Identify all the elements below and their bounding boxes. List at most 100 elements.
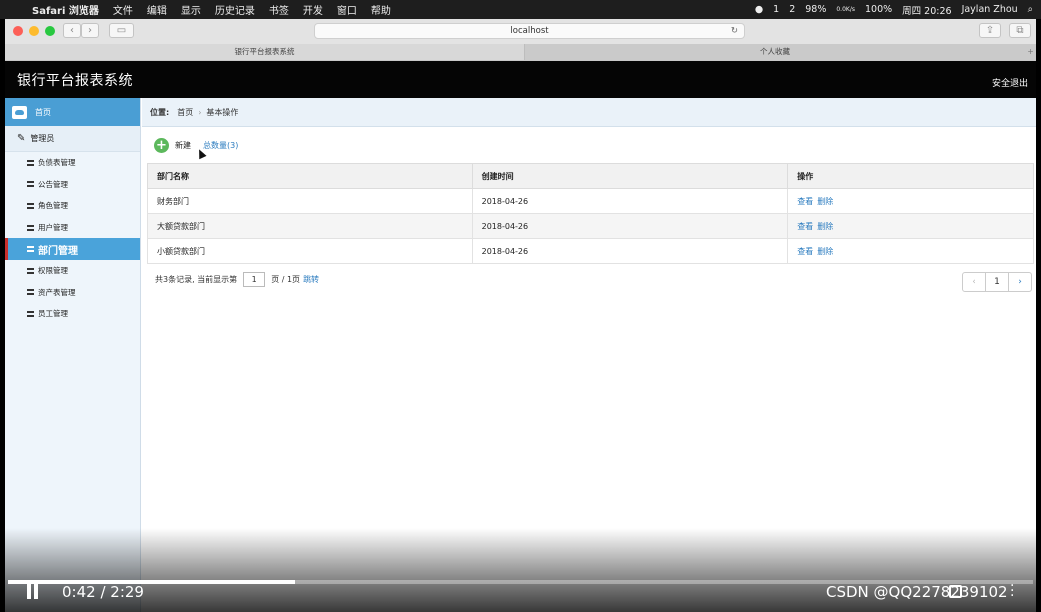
reload-icon[interactable]: ↻ bbox=[731, 24, 738, 38]
table-row: 财务部门 2018-04-26 查看 删除 bbox=[147, 188, 1034, 214]
cell-created-date: 2018-04-26 bbox=[471, 213, 789, 239]
close-window-icon[interactable] bbox=[13, 26, 23, 36]
menu-view[interactable]: 显示 bbox=[181, 2, 201, 17]
cell-department-name: 财务部门 bbox=[147, 188, 473, 214]
fullscreen-icon[interactable] bbox=[949, 585, 962, 598]
menu-file[interactable]: 文件 bbox=[113, 2, 133, 17]
net-up: 0.0K/s bbox=[836, 6, 855, 13]
breadcrumb-current: 基本操作 bbox=[206, 107, 239, 117]
list-icon bbox=[27, 159, 34, 166]
csdn-watermark: CSDN @QQ2278239102 bbox=[826, 583, 1008, 601]
page-number-input[interactable]: 1 bbox=[243, 272, 266, 287]
table-row: 小额贷款部门 2018-04-26 查看 删除 bbox=[147, 238, 1034, 264]
current-page-button[interactable]: 1 bbox=[985, 272, 1009, 292]
new-button[interactable]: 新建 bbox=[175, 140, 191, 151]
cell-actions: 查看 删除 bbox=[787, 213, 1034, 239]
sidebar-item-label: 负债表管理 bbox=[38, 158, 76, 168]
minimize-window-icon[interactable] bbox=[29, 26, 39, 36]
zoom-window-icon[interactable] bbox=[45, 26, 55, 36]
breadcrumb-home[interactable]: 首页 bbox=[177, 107, 193, 118]
user-name[interactable]: Jaylan Zhou bbox=[962, 4, 1018, 15]
app-header: 银行平台报表系统 安全退出 bbox=[5, 61, 1036, 98]
menu-history[interactable]: 历史记录 bbox=[215, 2, 255, 17]
sidebar-item-liabilities[interactable]: 负债表管理 bbox=[5, 152, 140, 174]
address-bar[interactable]: localhost ↻ bbox=[314, 23, 745, 39]
status-area: ● 1 2 98% 0.0K/s 100% 周四 20:26 Jaylan Zh… bbox=[755, 0, 1033, 19]
sidebar-item-assets[interactable]: 资产表管理 bbox=[5, 282, 140, 304]
cpu-readout: 98% bbox=[805, 4, 827, 15]
table-row: 大额贷款部门 2018-04-26 查看 删除 bbox=[147, 213, 1034, 239]
list-icon bbox=[27, 202, 34, 209]
delete-link[interactable]: 删除 bbox=[817, 222, 833, 231]
record-summary: 共3条记录, 当前显示第 bbox=[155, 275, 238, 284]
sidebar-item-roles[interactable]: 角色管理 bbox=[5, 195, 140, 217]
list-icon bbox=[27, 310, 34, 317]
share-button[interactable]: ⇪ bbox=[979, 23, 1001, 38]
cell-department-name: 大额贷款部门 bbox=[147, 213, 473, 239]
view-link[interactable]: 查看 bbox=[797, 247, 813, 256]
pause-icon[interactable] bbox=[27, 584, 39, 599]
breadcrumb-label: 位置: bbox=[150, 107, 170, 117]
breadcrumb: 位置: 首页 › 基本操作 bbox=[142, 98, 1036, 127]
delete-link[interactable]: 删除 bbox=[817, 197, 833, 206]
app-title: 银行平台报表系统 bbox=[17, 73, 133, 89]
menu-window[interactable]: 窗口 bbox=[337, 2, 357, 17]
total-count: 总数量(3) bbox=[203, 140, 239, 150]
search-icon[interactable]: ⌕ bbox=[1028, 4, 1033, 15]
cell-actions: 查看 删除 bbox=[787, 238, 1034, 264]
column-header-created: 创建时间 bbox=[471, 163, 789, 189]
list-icon bbox=[27, 267, 34, 274]
sidebar-item-users[interactable]: 用户管理 bbox=[5, 217, 140, 239]
sidebar-item-label: 用户管理 bbox=[38, 223, 68, 233]
delete-link[interactable]: 删除 bbox=[817, 247, 833, 256]
more-options-icon[interactable]: · · · bbox=[1010, 579, 1014, 603]
jump-link[interactable]: 跳转 bbox=[303, 274, 319, 285]
menu-bookmarks[interactable]: 书签 bbox=[269, 2, 289, 17]
sidebar-item-label: 权限管理 bbox=[38, 266, 68, 276]
tab-report-system[interactable]: 银行平台报表系统 bbox=[5, 44, 525, 60]
add-icon[interactable]: + bbox=[154, 137, 169, 153]
sidebar-item-label: 公告管理 bbox=[38, 179, 68, 189]
browser-chrome: ‹ › ▭ localhost ↻ ⇪ ⧉ 银行平台报表系统 个人收藏 + bbox=[5, 19, 1036, 61]
system-menubar: Safari 浏览器 文件 编辑 显示 历史记录 书签 开发 窗口 帮助 ● 1… bbox=[0, 0, 1041, 19]
view-link[interactable]: 查看 bbox=[797, 197, 813, 206]
url-text: localhost bbox=[510, 26, 549, 36]
wechat-count: 1 bbox=[773, 4, 780, 15]
breadcrumb-separator: › bbox=[198, 107, 202, 117]
sidebar-toggle-button[interactable]: ▭ bbox=[109, 23, 134, 38]
sidebar-item-permissions[interactable]: 权限管理 bbox=[5, 260, 140, 282]
sidebar-home[interactable]: 首页 bbox=[5, 98, 140, 126]
wechat-icon[interactable]: ● bbox=[755, 4, 763, 15]
sidebar-item-label: 角色管理 bbox=[38, 201, 68, 211]
qq-count: 2 bbox=[789, 4, 796, 15]
prev-page-button[interactable]: ‹ bbox=[962, 272, 986, 292]
tabs-overview-button[interactable]: ⧉ bbox=[1009, 23, 1031, 38]
menu-develop[interactable]: 开发 bbox=[303, 2, 323, 17]
menu-app-name[interactable]: Safari 浏览器 bbox=[32, 2, 99, 17]
sidebar-item-announcements[interactable]: 公告管理 bbox=[5, 174, 140, 196]
edit-icon: ✎ bbox=[17, 133, 26, 144]
menu-edit[interactable]: 编辑 bbox=[147, 2, 167, 17]
back-button[interactable]: ‹ bbox=[63, 23, 81, 38]
department-table: 部门名称 创建时间 操作 财务部门 2018-04-26 查看 删除 大额贷款部门… bbox=[147, 163, 1034, 264]
next-page-button[interactable]: › bbox=[1008, 272, 1032, 292]
list-icon bbox=[27, 246, 34, 253]
column-header-name: 部门名称 bbox=[147, 163, 473, 189]
menu-help[interactable]: 帮助 bbox=[371, 2, 391, 17]
sidebar-item-label: 员工管理 bbox=[38, 309, 68, 319]
cell-created-date: 2018-04-26 bbox=[471, 188, 789, 214]
tab-favorites[interactable]: 个人收藏 bbox=[525, 44, 1025, 60]
list-icon bbox=[27, 181, 34, 188]
sidebar-section-admin[interactable]: ✎ 管理员 bbox=[5, 126, 140, 152]
list-icon bbox=[27, 289, 34, 296]
logout-link[interactable]: 安全退出 bbox=[992, 76, 1028, 89]
list-icon bbox=[27, 224, 34, 231]
sidebar-item-employees[interactable]: 员工管理 bbox=[5, 303, 140, 325]
sidebar-item-label: 资产表管理 bbox=[38, 287, 76, 297]
forward-button[interactable]: › bbox=[81, 23, 99, 38]
sidebar-item-departments[interactable]: 部门管理 bbox=[5, 238, 140, 260]
new-tab-button[interactable]: + bbox=[1025, 44, 1036, 60]
video-time: 0:42 / 2:29 bbox=[62, 583, 144, 601]
view-link[interactable]: 查看 bbox=[797, 222, 813, 231]
table-header-row: 部门名称 创建时间 操作 bbox=[147, 163, 1034, 189]
